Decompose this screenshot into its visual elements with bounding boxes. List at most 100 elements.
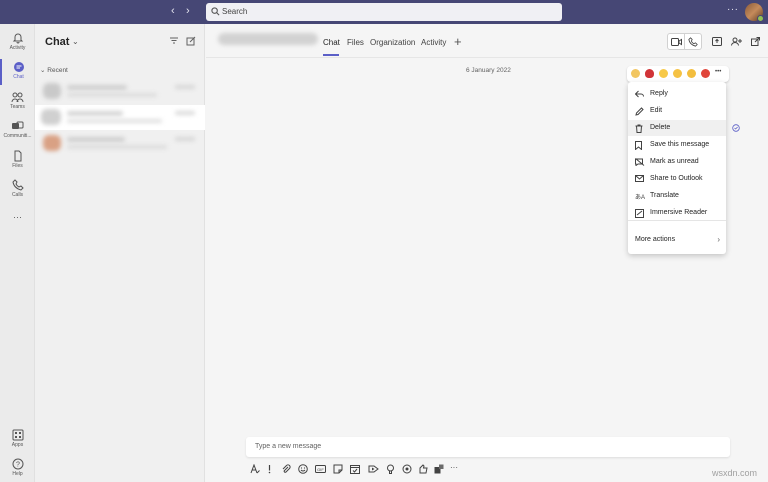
rail-item-communities[interactable]: Communiti... <box>0 118 35 144</box>
bell-icon <box>12 33 23 44</box>
menu-item-more-actions[interactable]: More actions › <box>628 232 726 248</box>
menu-item-save[interactable]: Save this message <box>628 137 726 153</box>
search-placeholder: Search <box>222 7 248 16</box>
tab-organization[interactable]: Organization <box>370 38 415 47</box>
svg-text:?: ? <box>16 462 20 469</box>
attach-icon[interactable] <box>282 464 291 474</box>
priority-icon[interactable] <box>267 464 272 474</box>
message-context-menu: Reply Edit Delete Save this message Mark… <box>628 82 726 254</box>
praise-icon[interactable] <box>386 464 395 474</box>
search-input[interactable]: Search <box>206 3 562 21</box>
chevron-down-icon[interactable]: ⌄ <box>72 37 79 46</box>
menu-item-immersive-reader[interactable]: Immersive Reader <box>628 205 726 221</box>
chevron-right-icon: › <box>717 235 720 244</box>
chat-header: Chat Files Organization Activity + <box>206 24 768 58</box>
phone-icon <box>11 179 24 191</box>
loop-icon[interactable] <box>402 464 412 474</box>
forward-arrow-icon[interactable]: › <box>186 5 190 17</box>
surprised-reaction-icon[interactable] <box>673 69 682 78</box>
heart-reaction-icon[interactable] <box>645 69 654 78</box>
sad-reaction-icon[interactable] <box>687 69 696 78</box>
read-receipt-icon <box>732 124 740 132</box>
more-icon: ··· <box>13 212 22 222</box>
rail-item-files[interactable]: Files <box>0 148 35 174</box>
list-item[interactable] <box>35 105 205 130</box>
svg-text:GIF: GIF <box>317 467 324 472</box>
compose-placeholder: Type a new message <box>255 443 322 450</box>
rail-item-apps[interactable]: Apps <box>0 427 35 453</box>
avatar[interactable] <box>745 3 764 22</box>
bookmark-icon <box>635 141 642 150</box>
menu-item-edit[interactable]: Edit <box>628 103 726 119</box>
pencil-icon <box>635 107 644 116</box>
meet-now-icon[interactable] <box>350 464 360 474</box>
watermark: wsxdn.com <box>712 468 758 478</box>
rail-item-activity[interactable]: Activity <box>0 30 35 56</box>
reaction-bar: ••• <box>627 66 729 82</box>
rail-item-calls[interactable]: Calls <box>0 177 35 203</box>
gif-icon[interactable]: GIF <box>315 464 326 474</box>
video-call-button[interactable] <box>667 33 685 50</box>
more-apps-icon[interactable]: ··· <box>450 463 458 472</box>
laugh-reaction-icon[interactable] <box>659 69 668 78</box>
files-icon <box>14 150 21 162</box>
tab-files[interactable]: Files <box>347 38 364 47</box>
add-people-icon[interactable] <box>731 37 742 46</box>
app-rail: Activity Chat Teams Communiti... Files C… <box>0 24 35 482</box>
rail-item-help[interactable]: ? Help <box>0 456 35 482</box>
more-options-icon[interactable]: ••• <box>715 69 721 75</box>
share-screen-icon[interactable] <box>712 37 722 46</box>
video-camera-icon <box>671 38 682 46</box>
menu-item-translate[interactable]: あA Translate <box>628 188 726 204</box>
recent-section-label[interactable]: ⌄ Recent <box>40 66 68 74</box>
settings-more-icon[interactable]: ··· <box>727 4 739 15</box>
stream-icon[interactable] <box>368 464 379 474</box>
communities-icon <box>12 121 24 129</box>
avatar <box>43 135 61 151</box>
presence-badge <box>757 15 764 22</box>
new-chat-icon[interactable] <box>186 36 196 46</box>
menu-item-delete[interactable]: Delete <box>628 120 726 136</box>
menu-item-share-outlook[interactable]: Share to Outlook <box>628 171 726 187</box>
format-icon[interactable] <box>250 464 260 474</box>
message-compose-box[interactable]: Type a new message <box>246 437 730 457</box>
avatar <box>41 109 61 125</box>
reply-icon <box>635 90 644 98</box>
tab-activity[interactable]: Activity <box>421 38 446 47</box>
teams-icon <box>11 92 24 103</box>
list-item[interactable] <box>35 79 205 104</box>
app-icon[interactable] <box>434 464 444 474</box>
approvals-icon[interactable] <box>418 464 428 474</box>
like-reaction-icon[interactable] <box>631 69 640 78</box>
chat-panel-title: Chat <box>45 36 70 48</box>
pop-out-icon[interactable] <box>751 37 760 46</box>
avatar <box>43 83 61 99</box>
chat-list-panel: Chat ⌄ ⌄ Recent <box>35 24 205 482</box>
chat-icon <box>13 62 24 72</box>
menu-item-mark-unread[interactable]: Mark as unread <box>628 154 726 170</box>
apps-icon <box>12 429 23 441</box>
phone-icon <box>688 37 698 47</box>
filter-icon[interactable] <box>169 36 179 45</box>
immersive-reader-icon <box>635 209 644 218</box>
list-item[interactable] <box>35 131 205 156</box>
trash-icon <box>635 124 643 133</box>
sticker-icon[interactable] <box>333 464 343 474</box>
help-icon: ? <box>12 458 23 470</box>
rail-item-chat[interactable]: Chat <box>0 59 35 85</box>
angry-reaction-icon[interactable] <box>701 69 710 78</box>
rail-more-apps[interactable]: ··· <box>0 212 35 224</box>
mark-unread-icon <box>635 158 645 166</box>
conversation-pane: Chat Files Organization Activity + 6 Jan… <box>206 24 768 482</box>
menu-item-reply[interactable]: Reply <box>628 86 726 102</box>
tab-chat[interactable]: Chat <box>323 38 340 47</box>
audio-call-button[interactable] <box>685 33 702 50</box>
add-tab-icon[interactable]: + <box>454 34 462 49</box>
title-bar: ‹ › Search ··· <box>0 0 768 24</box>
contact-name <box>218 33 318 45</box>
emoji-icon[interactable] <box>298 464 308 474</box>
back-arrow-icon[interactable]: ‹ <box>171 5 175 17</box>
rail-item-teams[interactable]: Teams <box>0 89 35 115</box>
active-tab-indicator <box>323 54 339 56</box>
search-icon <box>211 7 220 16</box>
